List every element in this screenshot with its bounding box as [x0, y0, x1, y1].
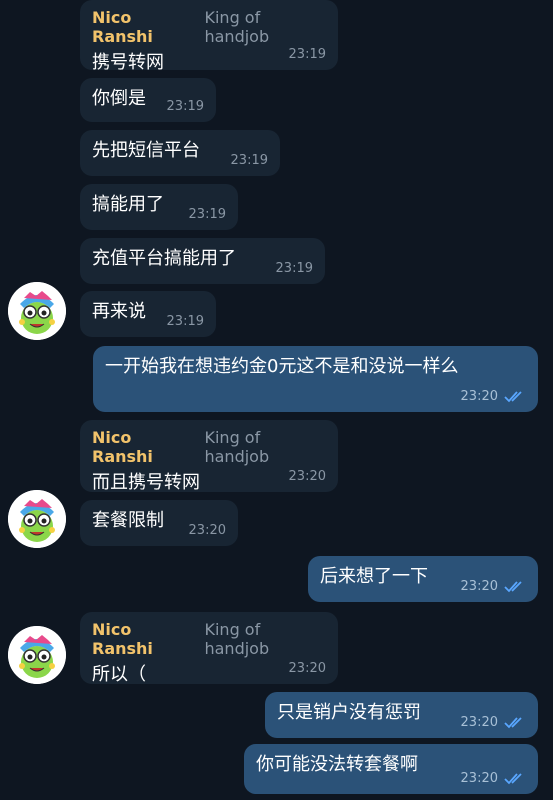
message-time: 23:19	[230, 153, 268, 168]
read-ticks-icon	[504, 716, 526, 729]
avatar-icon	[8, 282, 66, 340]
message-time: 23:20	[460, 715, 498, 730]
sender-name[interactable]: Nico Ranshi	[92, 428, 194, 466]
message-meta: 23:20	[461, 715, 526, 730]
message-time: 23:20	[460, 771, 498, 786]
message-time: 23:19	[188, 207, 226, 222]
message-meta: 23:20	[461, 389, 526, 404]
sender-name[interactable]: Nico Ranshi	[92, 620, 194, 658]
message-bubble-outgoing[interactable]: 你可能没法转套餐啊 23:20	[244, 744, 538, 794]
message-time: 23:19	[166, 314, 204, 329]
message-text: 一开始我在想违约金0元这不是和没说一样么	[105, 356, 459, 377]
message-bubble-incoming[interactable]: 再来说 23:19	[80, 291, 216, 337]
message-bubble-incoming[interactable]: 搞能用了 23:19	[80, 184, 238, 230]
avatar[interactable]	[8, 282, 66, 340]
message-time: 23:20	[188, 523, 226, 538]
message-time: 23:20	[288, 469, 326, 484]
message-bubble-incoming[interactable]: Nico Ranshi King of handjob 而且携号转网 23:20	[80, 420, 338, 493]
message-time: 23:20	[460, 389, 498, 404]
read-ticks-icon	[504, 390, 526, 403]
message-bubble-incoming[interactable]: Nico Ranshi King of handjob 所以（ 23:20	[80, 612, 338, 685]
message-bubble-outgoing[interactable]: 后来想了一下 23:20	[308, 556, 538, 602]
message-bubble-incoming[interactable]: 充值平台搞能用了 23:19	[80, 238, 325, 284]
message-bubble-incoming[interactable]: 你倒是 23:19	[80, 78, 216, 122]
avatar-icon	[8, 626, 66, 684]
message-bubble-incoming[interactable]: Nico Ranshi King of handjob 携号转网 23:19	[80, 0, 338, 73]
message-bubble-outgoing[interactable]: 只是销户没有惩罚 23:20	[265, 692, 538, 738]
message-time: 23:20	[288, 661, 326, 676]
message-time: 23:19	[288, 47, 326, 62]
sender-header: Nico Ranshi King of handjob	[92, 428, 326, 466]
message-bubble-incoming[interactable]: 套餐限制 23:20	[80, 500, 238, 546]
sender-title: King of handjob	[204, 8, 270, 46]
sender-header: Nico Ranshi King of handjob	[92, 620, 326, 658]
message-bubble-outgoing[interactable]: 一开始我在想违约金0元这不是和没说一样么 23:20	[93, 346, 538, 412]
sender-title: King of handjob	[204, 620, 270, 658]
message-meta: 23:20	[461, 579, 526, 594]
message-time: 23:19	[275, 261, 313, 276]
avatar[interactable]	[8, 626, 66, 684]
read-ticks-icon	[504, 772, 526, 785]
avatar-icon	[8, 490, 66, 548]
avatar[interactable]	[8, 490, 66, 548]
read-ticks-icon	[504, 580, 526, 593]
message-time: 23:19	[166, 99, 204, 114]
sender-title: King of handjob	[204, 428, 270, 466]
sender-name[interactable]: Nico Ranshi	[92, 8, 194, 46]
sender-header: Nico Ranshi King of handjob	[92, 8, 326, 46]
message-time: 23:20	[460, 579, 498, 594]
message-bubble-incoming[interactable]: 先把短信平台 23:19	[80, 130, 280, 176]
message-meta: 23:20	[461, 771, 526, 786]
